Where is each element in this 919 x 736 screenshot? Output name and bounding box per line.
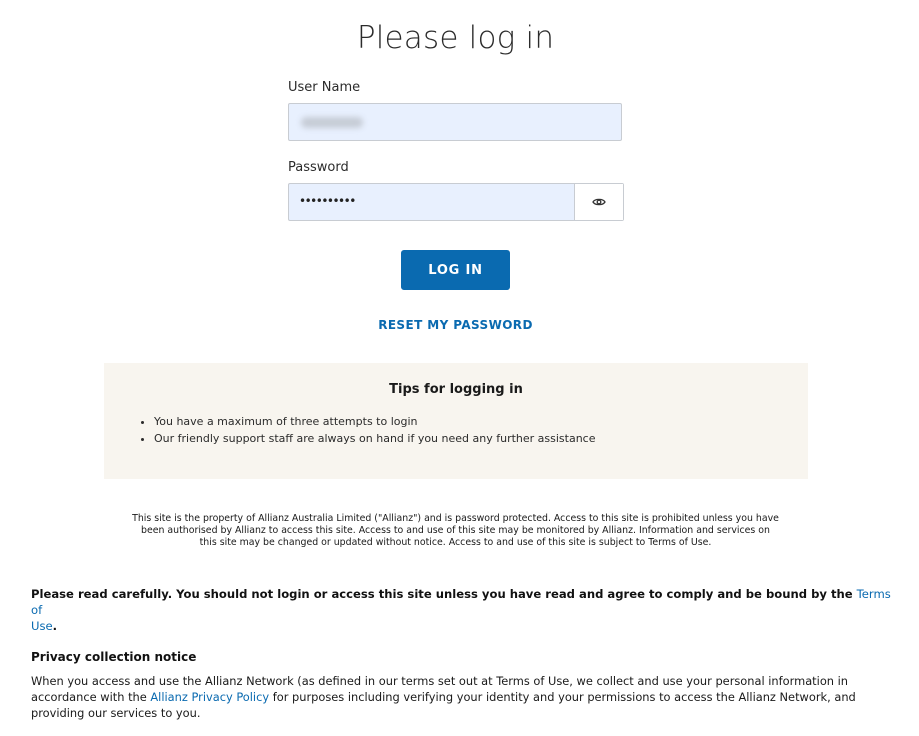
username-field[interactable] (288, 103, 622, 141)
tips-list: You have a maximum of three attempts to … (140, 413, 596, 447)
tip-item: You have a maximum of three attempts to … (154, 413, 596, 430)
page-title: Please log in (356, 20, 555, 56)
redacted-username (301, 117, 363, 128)
privacy-notice: When you access and use the Allianz Netw… (31, 673, 893, 721)
login-button[interactable]: LOG IN (401, 250, 510, 290)
username-label: User Name (288, 80, 361, 95)
tips-title: Tips for logging in (389, 382, 523, 397)
reset-password-link[interactable]: RESET MY PASSWORD (0, 318, 911, 332)
tips-panel: Tips for logging in You have a maximum o… (104, 363, 808, 479)
eye-icon (592, 198, 606, 206)
disclaimer-line: this site may be changed or updated with… (199, 537, 712, 548)
privacy-policy-link[interactable]: Allianz Privacy Policy (150, 690, 269, 704)
disclaimer-line: been authorised by Allianz to access thi… (141, 525, 770, 536)
tip-item: Our friendly support staff are always on… (154, 430, 596, 447)
password-field[interactable]: •••••••••• (288, 183, 624, 221)
privacy-title: Privacy collection notice (31, 650, 197, 664)
notice-end: . (52, 619, 58, 633)
notice-text: Please read carefully. You should not lo… (31, 587, 857, 601)
disclaimer-line: This site is the property of Allianz Aus… (132, 513, 779, 524)
terms-of-use-link-continued[interactable]: Use (31, 619, 53, 633)
password-value: •••••••••• (299, 194, 356, 208)
show-password-button[interactable] (574, 184, 623, 220)
site-disclaimer: This site is the property of Allianz Aus… (100, 513, 811, 549)
terms-notice: Please read carefully. You should not lo… (31, 586, 891, 634)
password-label: Password (288, 160, 349, 175)
